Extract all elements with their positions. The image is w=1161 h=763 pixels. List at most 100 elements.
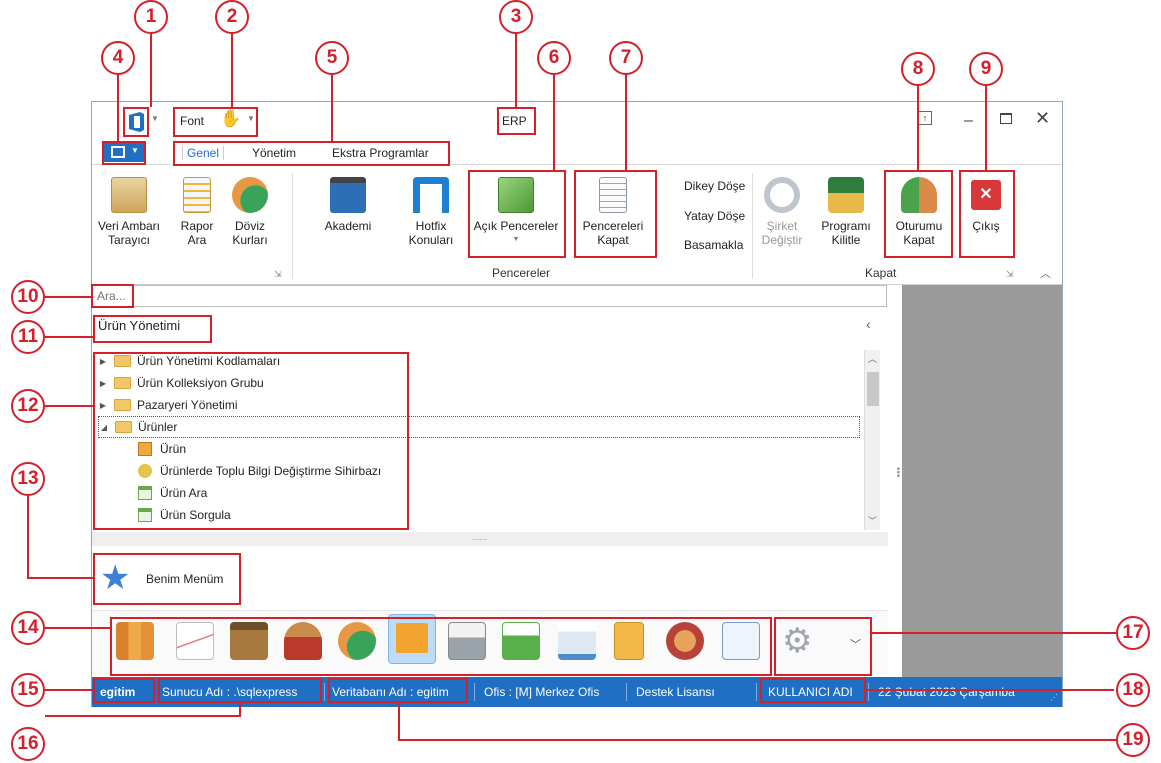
- tree-item[interactable]: Ürün Sorgula: [138, 504, 231, 526]
- leader-line: [515, 33, 517, 107]
- font-label[interactable]: Font: [180, 114, 204, 128]
- favorites-button[interactable]: ★ Benim Menüm: [96, 556, 236, 602]
- panel-splitter[interactable]: •••: [888, 307, 903, 677]
- veri-ambari-button[interactable]: Veri Ambarı Tarayıcı: [96, 177, 162, 247]
- callout-13: 13: [11, 462, 45, 496]
- expand-arrow-icon[interactable]: ▶: [98, 357, 108, 366]
- printer-module-icon[interactable]: [448, 622, 486, 660]
- app-menu-button[interactable]: [126, 111, 146, 133]
- leader-line: [27, 577, 93, 579]
- chart-module-icon[interactable]: [176, 622, 214, 660]
- leader-line: [239, 703, 241, 717]
- quick-access-chevron-icon[interactable]: ▼: [247, 114, 255, 123]
- tab-genel[interactable]: Genel: [182, 146, 225, 160]
- sirket-degistir-button[interactable]: Şirket Değiştir: [756, 177, 808, 247]
- cikis-button[interactable]: ✕ Çıkış: [962, 177, 1010, 233]
- more-modules-chevron-icon[interactable]: ﹀: [850, 636, 861, 652]
- rapor-ara-button[interactable]: Rapor Ara: [174, 177, 220, 247]
- callout-19: 19: [1116, 723, 1150, 757]
- wizard-icon: [138, 464, 152, 478]
- list-view-icon: [111, 146, 125, 158]
- oturumu-kapat-button[interactable]: Oturumu Kapat: [888, 177, 950, 247]
- callout-10: 10: [11, 280, 45, 314]
- hand-icon[interactable]: ✋: [220, 109, 241, 129]
- basamakla-button[interactable]: Basamakla: [684, 238, 743, 252]
- settings-gear-icon[interactable]: ⚙: [782, 622, 812, 660]
- programi-kilitle-button[interactable]: Programı Kilitle: [818, 177, 874, 247]
- tree-item-label: Ürün Ara: [160, 486, 208, 500]
- tree-scrollbar[interactable]: ︿ ﹀: [864, 350, 880, 530]
- user-module-icon[interactable]: [284, 622, 322, 660]
- hotfix-button[interactable]: Hotfix Konuları: [404, 177, 458, 247]
- dikey-dose-button[interactable]: Dikey Döşe: [684, 179, 745, 193]
- expand-arrow-icon[interactable]: ▶: [98, 401, 108, 410]
- minimize-icon[interactable]: –: [964, 112, 973, 130]
- sirket-label-2: Değiştir: [761, 233, 803, 247]
- panel-collapse-icon[interactable]: ‹: [866, 316, 871, 332]
- pencereleri-kapat-button[interactable]: Pencereleri Kapat: [576, 177, 650, 247]
- doviz-label-2: Kurları: [232, 233, 268, 247]
- tree-item-label: Ürünlerde Toplu Bilgi Değiştirme Sihirba…: [160, 464, 382, 478]
- kapat-group-label: Kapat: [865, 266, 897, 280]
- yatay-dose-button[interactable]: Yatay Döşe: [684, 209, 745, 223]
- callout-2: 2: [215, 0, 249, 34]
- leader-line: [398, 739, 1116, 741]
- scroll-down-icon[interactable]: ﹀: [868, 514, 877, 527]
- status-divider: [756, 683, 757, 701]
- maximize-icon[interactable]: [1000, 113, 1012, 124]
- currency-module-icon[interactable]: [338, 622, 376, 660]
- tab-yonetim[interactable]: Yönetim: [252, 146, 296, 160]
- edit-card-module-icon[interactable]: [722, 622, 760, 660]
- programi-label-2: Kilitle: [831, 233, 861, 247]
- close-windows-icon: [599, 177, 627, 213]
- scroll-up-icon[interactable]: ︿: [868, 352, 877, 365]
- akademi-button[interactable]: Akademi: [320, 177, 376, 233]
- oturumu-label-1: Oturumu: [895, 219, 943, 233]
- window-title: ERP: [502, 114, 527, 128]
- document-gear-module-icon[interactable]: [614, 622, 644, 660]
- tree-item[interactable]: ▶ Ürün Yönetimi Kodlamaları: [98, 350, 280, 372]
- doviz-kurlari-button[interactable]: Döviz Kurları: [226, 177, 274, 247]
- leader-line: [45, 715, 240, 717]
- acik-pencereler-button[interactable]: Açık Pencereler ▼: [470, 177, 562, 247]
- close-icon[interactable]: ✕: [1035, 108, 1050, 129]
- callout-5: 5: [315, 41, 349, 75]
- view-menu-button[interactable]: ▼: [104, 142, 146, 162]
- horizontal-splitter[interactable]: ......: [92, 532, 888, 546]
- callout-8: 8: [901, 52, 935, 86]
- folder-module-icon[interactable]: [388, 614, 436, 664]
- collapse-arrow-icon[interactable]: ◢: [99, 423, 109, 432]
- tree-item-selected[interactable]: ◢ Ürünler: [98, 416, 860, 438]
- scroll-thumb[interactable]: [867, 372, 879, 406]
- collapse-ribbon-icon[interactable]: ︿: [1040, 265, 1051, 281]
- tree-item[interactable]: ▶ Ürün Kolleksiyon Grubu: [98, 372, 264, 394]
- callout-9: 9: [969, 52, 1003, 86]
- status-divider: [626, 683, 627, 701]
- tree-item[interactable]: Ürün: [138, 438, 186, 460]
- group-launcher-icon[interactable]: ⇲: [1006, 269, 1014, 280]
- group-module-icon[interactable]: [666, 622, 704, 660]
- group-launcher-icon[interactable]: ⇲: [274, 269, 282, 280]
- books-module-icon[interactable]: [116, 622, 154, 660]
- group-separator: [292, 173, 293, 279]
- briefcase-module-icon[interactable]: [230, 622, 268, 660]
- tree-item-label: Ürün Yönetimi Kodlamaları: [137, 354, 281, 368]
- lock-user-icon: [828, 177, 864, 213]
- cart-module-icon[interactable]: [558, 622, 596, 660]
- leader-line: [917, 84, 919, 170]
- search-input[interactable]: [92, 285, 887, 307]
- app-menu-chevron-icon[interactable]: ▼: [151, 114, 159, 123]
- office-logo-icon: [129, 112, 144, 132]
- tree-item-label: Ürünler: [138, 420, 178, 434]
- resize-grip-icon[interactable]: ⋰: [1050, 693, 1058, 702]
- form-icon: [138, 508, 152, 522]
- tree-item[interactable]: Ürün Ara: [138, 482, 207, 504]
- ribbon-display-icon[interactable]: ↑: [918, 111, 932, 125]
- home-module-icon[interactable]: [502, 622, 540, 660]
- tree-item[interactable]: Ürünlerde Toplu Bilgi Değiştirme Sihirba…: [138, 460, 381, 482]
- video-icon: [330, 177, 366, 213]
- tab-ekstra-programlar[interactable]: Ekstra Programlar: [332, 146, 429, 160]
- expand-arrow-icon[interactable]: ▶: [98, 379, 108, 388]
- leader-line: [625, 74, 627, 170]
- tree-item[interactable]: ▶ Pazaryeri Yönetimi: [98, 394, 238, 416]
